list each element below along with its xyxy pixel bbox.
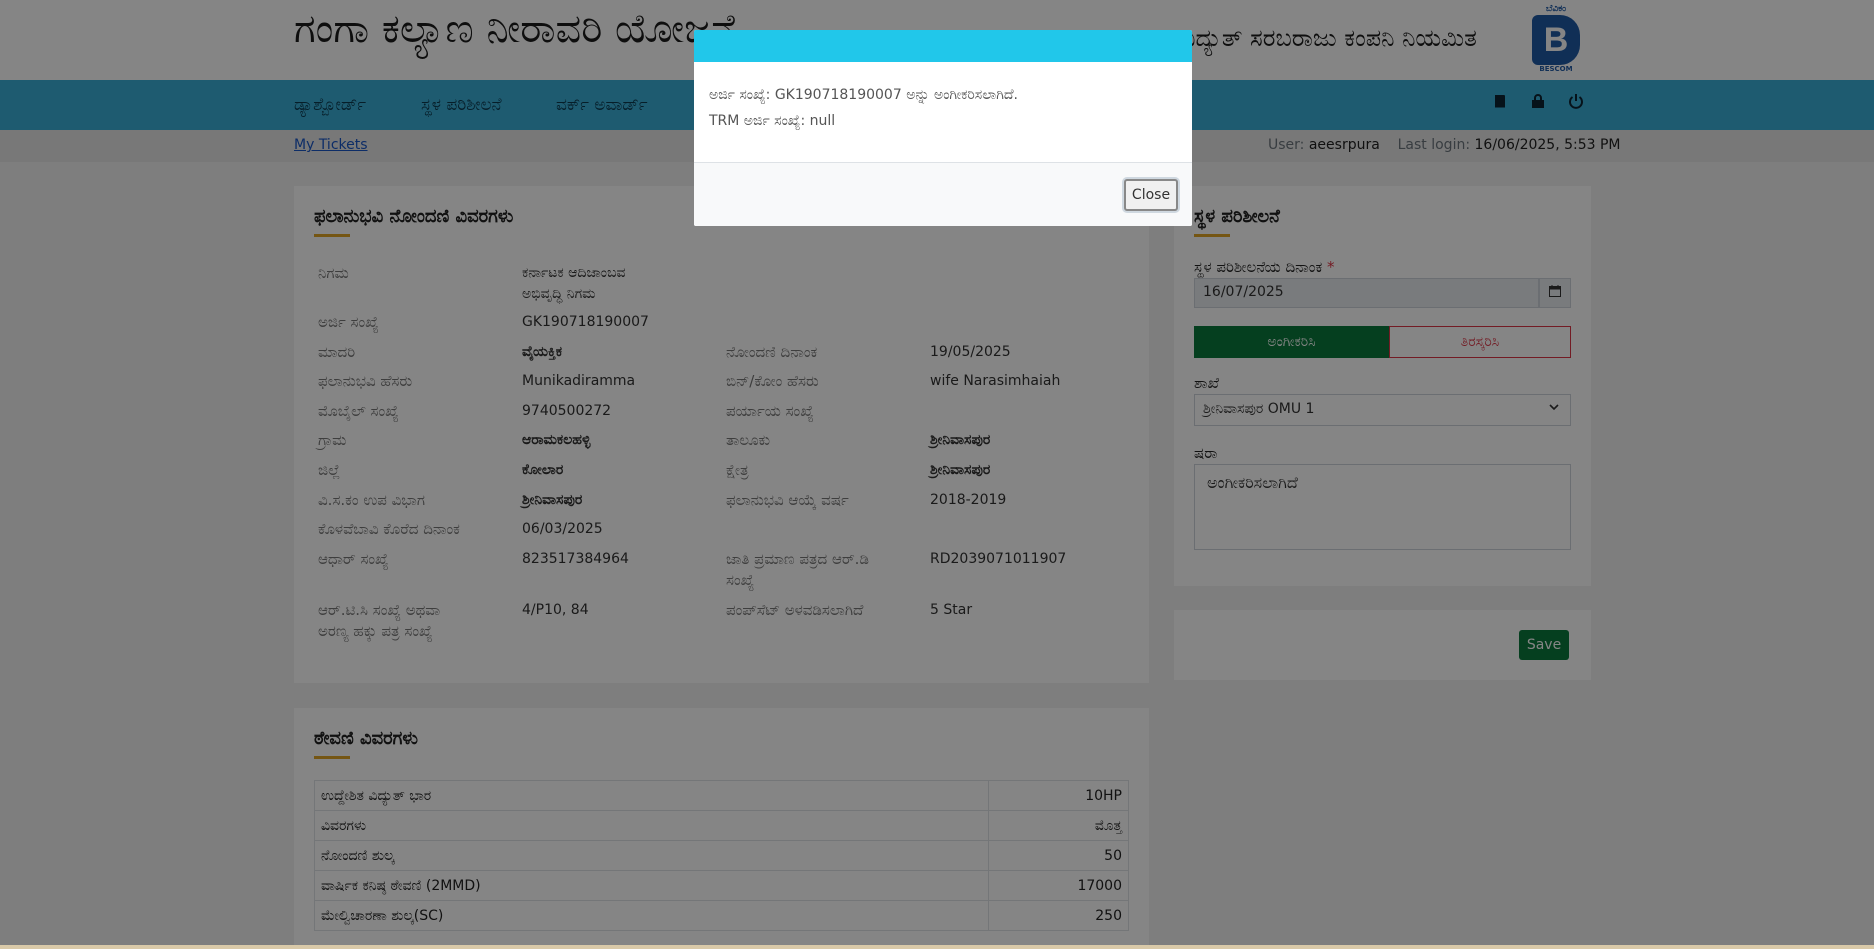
confirmation-modal: ಅರ್ಜಿ ಸಂಖ್ಯೆ: GK190718190007 ಅನ್ನು ಅಂಗೀಕ…	[694, 30, 1192, 226]
bottom-strip	[0, 945, 1874, 949]
modal-message-line1: ಅರ್ಜಿ ಸಂಖ್ಯೆ: GK190718190007 ಅನ್ನು ಅಂಗೀಕ…	[709, 87, 1018, 103]
modal-header	[694, 30, 1192, 62]
close-button[interactable]: Close	[1124, 179, 1178, 211]
modal-message-line2: TRM ಅರ್ಜಿ ಸಂಖ್ಯೆ: null	[709, 113, 836, 129]
modal-body: ಅರ್ಜಿ ಸಂಖ್ಯೆ: GK190718190007 ಅನ್ನು ಅಂಗೀಕ…	[709, 82, 1018, 134]
modal-footer: Close	[694, 162, 1192, 226]
